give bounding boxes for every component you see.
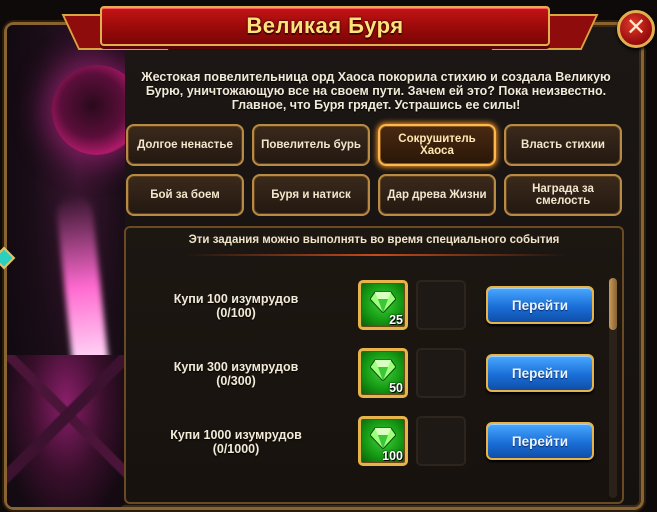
empty-reward-slot xyxy=(416,348,466,398)
task-progress: (0/100) xyxy=(216,306,256,320)
scrollbar-thumb[interactable] xyxy=(609,278,617,330)
tab-tree-of-life-gift[interactable]: Дар древа Жизни xyxy=(378,174,496,216)
header-divider xyxy=(186,254,566,256)
tab-storm-lord[interactable]: Повелитель бурь xyxy=(252,124,370,166)
tab-chaos-crusher[interactable]: Сокрушитель Хаоса xyxy=(378,124,496,166)
go-button[interactable]: Перейти xyxy=(486,286,594,324)
task-label: Купи 100 изумрудов (0/100) xyxy=(136,292,336,320)
dark-orb-art xyxy=(52,65,125,155)
reward-count: 50 xyxy=(389,381,403,395)
task-label: Купи 1000 изумрудов (0/1000) xyxy=(136,428,336,456)
task-progress: (0/1000) xyxy=(212,442,260,456)
task-title: Купи 1000 изумрудов xyxy=(170,428,302,442)
tab-battle-after-battle[interactable]: Бой за боем xyxy=(126,174,244,216)
tab-long-bad-weather[interactable]: Долгое ненастье xyxy=(126,124,244,166)
close-icon: ✕ xyxy=(625,14,647,41)
task-label: Купи 300 изумрудов (0/300) xyxy=(136,360,336,388)
tasks-panel: Эти задания можно выполнять во время спе… xyxy=(124,226,624,504)
emerald-icon xyxy=(370,291,396,313)
event-description: Жестокая повелительница орд Хаоса покори… xyxy=(141,70,611,112)
task-title: Купи 100 изумрудов xyxy=(173,292,299,306)
task-progress: (0/300) xyxy=(216,374,256,388)
emerald-icon xyxy=(370,427,396,449)
task-row: Купи 1000 изумрудов (0/1000) 100 Перейти xyxy=(126,414,606,470)
task-title: Купи 300 изумрудов xyxy=(173,360,299,374)
reward-count: 100 xyxy=(382,449,403,463)
reward-slot[interactable]: 50 xyxy=(358,348,408,398)
emerald-icon xyxy=(370,359,396,381)
go-button[interactable]: Перейти xyxy=(486,354,594,392)
task-row: Купи 300 изумрудов (0/300) 50 Перейти xyxy=(126,346,606,402)
close-button[interactable]: ✕ xyxy=(617,10,655,48)
title-ribbon: Великая Буря xyxy=(100,6,550,46)
empty-reward-slot xyxy=(416,416,466,466)
go-button[interactable]: Перейти xyxy=(486,422,594,460)
task-row: Купи 100 изумрудов (0/100) 25 Перейти xyxy=(126,278,606,334)
page-title: Великая Буря xyxy=(246,13,404,38)
event-artwork xyxy=(7,25,125,507)
rocks-art xyxy=(7,355,125,507)
tab-elemental-power[interactable]: Власть стихии xyxy=(504,124,622,166)
tab-storm-and-onslaught[interactable]: Буря и натиск xyxy=(252,174,370,216)
reward-count: 25 xyxy=(389,313,403,327)
empty-reward-slot xyxy=(416,280,466,330)
tasks-panel-header: Эти задания можно выполнять во время спе… xyxy=(188,234,560,246)
reward-slot[interactable]: 100 xyxy=(358,416,408,466)
reward-slot[interactable]: 25 xyxy=(358,280,408,330)
tab-courage-reward[interactable]: Награда за смелость xyxy=(504,174,622,216)
